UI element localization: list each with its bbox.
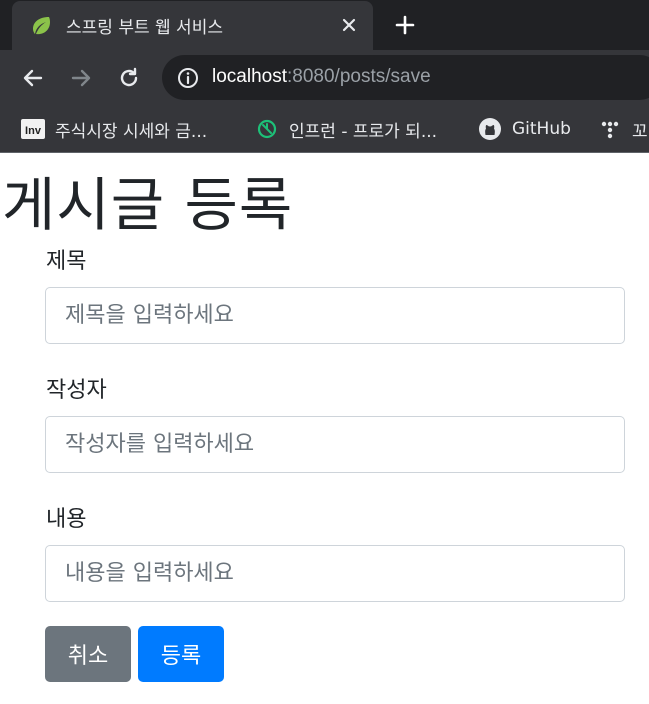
content-input[interactable] — [45, 545, 625, 602]
reload-icon[interactable] — [117, 66, 141, 90]
svg-text:Inv: Inv — [25, 125, 42, 137]
title-label: 제목 — [46, 249, 87, 274]
author-input[interactable] — [45, 416, 625, 473]
bookmark-label: 인프런 - 프로가 되... — [289, 121, 438, 142]
github-icon — [479, 118, 501, 140]
title-input[interactable] — [45, 287, 625, 344]
bookmark-item[interactable]: 꼬 — [598, 105, 648, 153]
bookmark-item[interactable]: Inv 주식시장 시세와 금... — [21, 105, 207, 153]
browser-tab[interactable]: 스프링 부트 웹 서비스 — [12, 1, 373, 50]
inflearn-icon — [257, 119, 277, 139]
browser-toolbar: localhost:8080/posts/save — [0, 50, 649, 105]
new-tab-icon[interactable] — [393, 13, 417, 37]
spring-leaf-icon — [33, 17, 50, 35]
tab-title: 스프링 부트 웹 서비스 — [66, 18, 223, 38]
url-host: localhost — [212, 66, 287, 87]
bookmark-item[interactable]: GitHub — [478, 105, 571, 153]
cancel-button[interactable]: 취소 — [45, 626, 131, 682]
address-bar[interactable]: localhost:8080/posts/save — [162, 55, 649, 100]
bookmark-item[interactable]: 인프런 - 프로가 되... — [255, 105, 437, 153]
author-label: 작성자 — [46, 378, 107, 403]
info-icon[interactable] — [177, 67, 199, 89]
bookmark-label: 꼬 — [632, 121, 648, 142]
url-path: :8080/posts/save — [287, 66, 431, 87]
bookmark-label: GitHub — [512, 119, 571, 139]
content-label: 내용 — [46, 507, 87, 532]
url-text: localhost:8080/posts/save — [212, 66, 431, 88]
submit-button[interactable]: 등록 — [138, 626, 224, 682]
close-icon[interactable] — [339, 15, 359, 35]
forward-arrow-icon[interactable] — [69, 66, 93, 90]
page-title: 게시글 등록 — [2, 171, 294, 239]
browser-tab-strip: 스프링 부트 웹 서비스 — [0, 0, 649, 50]
investing-icon: Inv — [21, 119, 45, 139]
bookmarks-bar: Inv 주식시장 시세와 금... 인프런 - 프로가 되... GitHub … — [0, 105, 649, 153]
bookmark-label: 주식시장 시세와 금... — [55, 121, 208, 142]
back-arrow-icon[interactable] — [21, 66, 45, 90]
dots-app-icon — [601, 121, 619, 139]
